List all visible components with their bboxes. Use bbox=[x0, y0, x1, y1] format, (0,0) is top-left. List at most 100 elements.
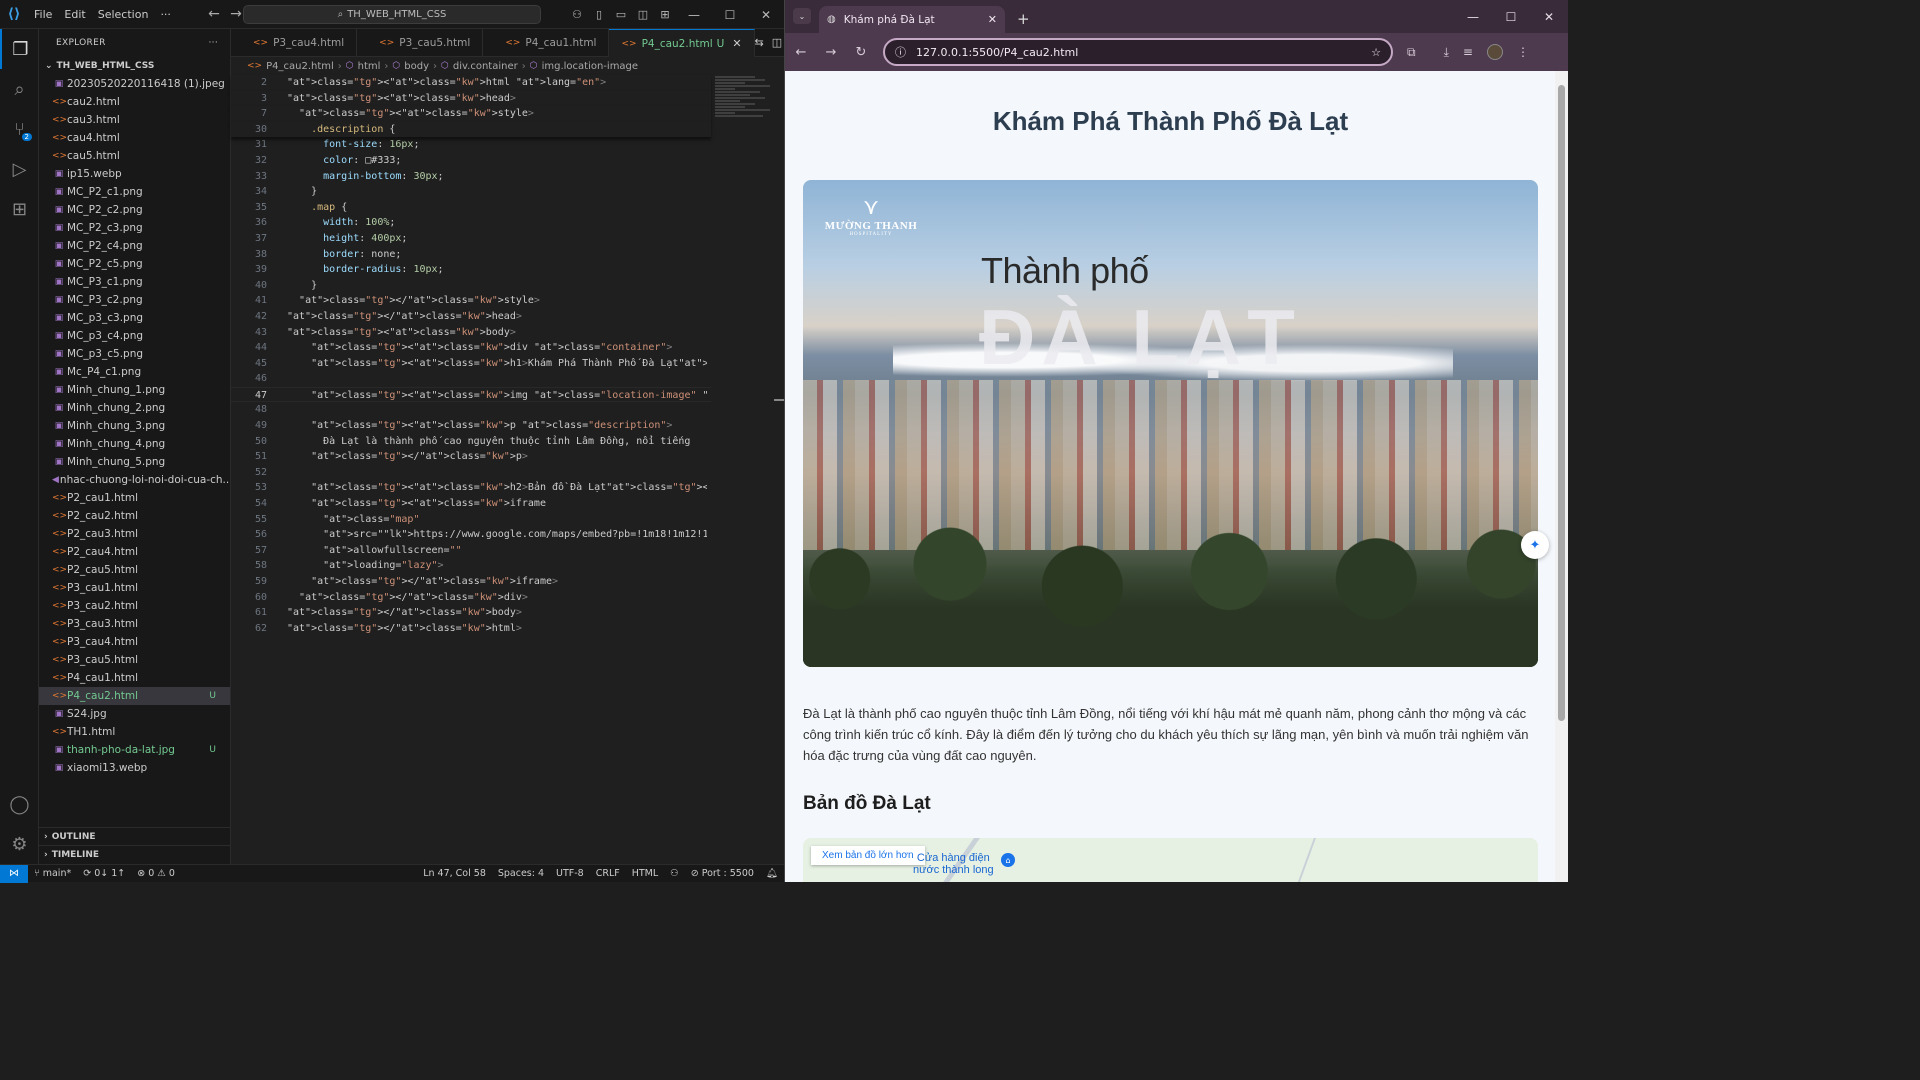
remote-icon[interactable]: ⋈ bbox=[0, 864, 28, 883]
menu-more[interactable]: ··· bbox=[154, 8, 177, 21]
editor-tab[interactable]: <> P3_cau5.html bbox=[357, 29, 484, 57]
extensions-puzzle-icon[interactable]: ⧉ bbox=[1407, 45, 1416, 60]
timeline-section[interactable]: › TIMELINE bbox=[39, 845, 231, 863]
download-icon[interactable]: ⤓ bbox=[1444, 45, 1449, 60]
explorer-file-item[interactable]: ▣ xiaomi13.webp bbox=[39, 759, 230, 777]
explorer-file-item[interactable]: <> P4_cau2.html U bbox=[39, 687, 230, 705]
explorer-file-item[interactable]: <> P3_cau4.html bbox=[39, 633, 230, 651]
site-info-icon[interactable]: ⓘ bbox=[895, 44, 906, 60]
menu-file[interactable]: File bbox=[28, 8, 58, 21]
map-poi-label[interactable]: Cửa hàng điện nước thành long bbox=[913, 852, 994, 876]
reload-icon[interactable]: ↻ bbox=[853, 45, 869, 60]
code-line[interactable]: 42 "at">class="tg"></"at">class="kw">head… bbox=[231, 309, 711, 325]
explorer-file-item[interactable]: ▣ MC_p3_c3.png bbox=[39, 309, 230, 327]
explorer-more-icon[interactable]: ··· bbox=[209, 38, 218, 48]
search-icon[interactable]: ⌕ bbox=[0, 69, 39, 109]
settings-gear-icon[interactable]: ⚙ bbox=[0, 824, 39, 864]
forward-arrow-icon[interactable]: → bbox=[823, 45, 839, 60]
explorer-file-item[interactable]: ▣ MC_P2_c4.png bbox=[39, 237, 230, 255]
code-line[interactable]: 57 "at">allowfullscreen="" bbox=[231, 543, 711, 559]
code-line[interactable]: 55 "at">class="map" bbox=[231, 512, 711, 528]
breadcrumb-item[interactable]: img.location-image bbox=[542, 61, 638, 72]
tab-search-icon[interactable]: ⌄ bbox=[793, 8, 811, 24]
scrollbar-thumb[interactable] bbox=[1558, 85, 1565, 721]
code-line[interactable]: 48 bbox=[231, 402, 711, 418]
code-line[interactable]: 40 } bbox=[231, 278, 711, 294]
explorer-file-item[interactable]: ▣ Minh_chung_5.png bbox=[39, 453, 230, 471]
breadcrumb-item[interactable]: body bbox=[404, 61, 429, 72]
explorer-file-item[interactable]: <> P3_cau3.html bbox=[39, 615, 230, 633]
close-icon[interactable]: ✕ bbox=[1530, 10, 1568, 24]
code-line[interactable]: 54 "at">class="tg"><"at">class="kw">ifra… bbox=[231, 496, 711, 512]
view-larger-map-link[interactable]: Xem bản đồ lớn hơn bbox=[811, 846, 925, 865]
media-controls-icon[interactable]: ≡ bbox=[1463, 45, 1473, 59]
code-line[interactable]: 3 "at">class="tg"><"at">class="kw">head> bbox=[231, 90, 711, 107]
code-line[interactable]: 38 border: none; bbox=[231, 247, 711, 263]
cursor-position[interactable]: Ln 47, Col 58 bbox=[417, 868, 492, 879]
explorer-file-item[interactable]: ▣ MC_P2_c2.png bbox=[39, 201, 230, 219]
code-line[interactable]: 37 height: 400px; bbox=[231, 231, 711, 247]
profile-avatar[interactable] bbox=[1486, 44, 1503, 60]
address-bar[interactable]: ⓘ 127.0.0.1:5500/P4_cau2.html ☆ bbox=[883, 38, 1393, 66]
explorer-file-item[interactable]: <> P3_cau5.html bbox=[39, 651, 230, 669]
back-arrow-icon[interactable]: ← bbox=[793, 45, 809, 60]
explorer-file-item[interactable]: <> P4_cau1.html bbox=[39, 669, 230, 687]
notifications-bell-icon[interactable]: 🔔︎ bbox=[760, 868, 784, 879]
explorer-file-item[interactable]: ▣ MC_P2_c1.png bbox=[39, 183, 230, 201]
assistant-sparkle-icon[interactable]: ✦ bbox=[1521, 531, 1549, 559]
minimize-icon[interactable]: — bbox=[1454, 10, 1492, 24]
explorer-file-item[interactable]: <> TH1.html bbox=[39, 723, 230, 741]
toggle-panel-icon[interactable]: ▭ bbox=[610, 8, 632, 21]
explorer-file-item[interactable]: <> P2_cau2.html bbox=[39, 507, 230, 525]
explorer-file-item[interactable]: ▣ MC_P2_c5.png bbox=[39, 255, 230, 273]
compare-changes-icon[interactable]: ⇆ bbox=[755, 36, 764, 49]
explorer-file-item[interactable]: ▣ S24.jpg bbox=[39, 705, 230, 723]
shopping-pin-icon[interactable]: ⌂ bbox=[1001, 853, 1015, 867]
browser-tab[interactable]: ◍ Khám phá Đà Lạt ✕ bbox=[819, 6, 1005, 33]
maximize-icon[interactable]: ☐ bbox=[1492, 10, 1530, 24]
bookmark-star-icon[interactable]: ☆ bbox=[1371, 46, 1381, 59]
code-line[interactable]: 47 "at">class="tg"><"at">class="kw">img … bbox=[231, 386, 711, 403]
code-line[interactable]: 49 "at">class="tg"><"at">class="kw">p "a… bbox=[231, 418, 711, 434]
browser-menu-icon[interactable]: ⋮ bbox=[1517, 45, 1529, 59]
code-line[interactable]: 7 "at">class="tg"><"at">class="kw">style… bbox=[231, 106, 711, 122]
editor-scrollbar[interactable] bbox=[774, 399, 784, 401]
code-line[interactable]: 62 "at">class="tg"></"at">class="kw">html… bbox=[231, 621, 711, 637]
explorer-file-item[interactable]: ▣ MC_p3_c4.png bbox=[39, 327, 230, 345]
code-line[interactable]: 50 Đà Lạt là thành phố cao nguyên thuộc … bbox=[231, 434, 711, 450]
indentation[interactable]: Spaces: 4 bbox=[492, 868, 550, 879]
code-editor[interactable]: 2 "at">class="tg"><"at">class="kw">html "… bbox=[231, 75, 711, 636]
code-line[interactable]: 39 border-radius: 10px; bbox=[231, 262, 711, 278]
code-line[interactable]: 30 .description { bbox=[231, 121, 711, 138]
explorer-file-item[interactable]: ▣ 20230520220116418 (1).jpeg bbox=[39, 75, 230, 93]
live-server-status[interactable]: ⊘ Port : 5500 bbox=[685, 868, 760, 879]
explorer-file-item[interactable]: ▣ Minh_chung_1.png bbox=[39, 381, 230, 399]
explorer-file-item[interactable]: ▣ MC_P3_c2.png bbox=[39, 291, 230, 309]
explorer-file-item[interactable]: ▣ MC_P3_c1.png bbox=[39, 273, 230, 291]
account-icon[interactable]: ◯ bbox=[0, 784, 39, 824]
map-iframe[interactable]: Xem bản đồ lớn hơn Cửa hàng điện nước th… bbox=[803, 838, 1538, 882]
language-mode[interactable]: HTML bbox=[626, 868, 664, 879]
explorer-file-item[interactable]: ▣ ip15.webp bbox=[39, 165, 230, 183]
code-line[interactable]: 52 bbox=[231, 465, 711, 481]
code-line[interactable]: 60 "at">class="tg"></"at">class="kw">div… bbox=[231, 590, 711, 606]
run-debug-icon[interactable]: ▷ bbox=[0, 149, 39, 189]
explorer-file-item[interactable]: <> P3_cau2.html bbox=[39, 597, 230, 615]
menu-selection[interactable]: Selection bbox=[92, 8, 155, 21]
back-arrow-icon[interactable]: ← bbox=[203, 6, 225, 22]
line-ending[interactable]: CRLF bbox=[590, 868, 626, 879]
toggle-secondary-sidebar-icon[interactable]: ◫ bbox=[632, 8, 654, 21]
close-icon[interactable]: ✕ bbox=[748, 8, 784, 22]
menu-edit[interactable]: Edit bbox=[58, 8, 91, 21]
explorer-file-item[interactable]: <> cau2.html bbox=[39, 93, 230, 111]
code-line[interactable]: 41 "at">class="tg"></"at">class="kw">sty… bbox=[231, 293, 711, 309]
explorer-file-item[interactable]: ▣ Mc_P4_c1.png bbox=[39, 363, 230, 381]
explorer-file-item[interactable]: ▣ Minh_chung_2.png bbox=[39, 399, 230, 417]
explorer-file-item[interactable]: ▣ MC_p3_c5.png bbox=[39, 345, 230, 363]
breadcrumb-item[interactable]: P4_cau2.html bbox=[266, 61, 334, 72]
close-tab-icon[interactable]: ✕ bbox=[988, 13, 997, 26]
editor-tab[interactable]: <> P4_cau1.html bbox=[483, 29, 610, 57]
code-line[interactable]: 53 "at">class="tg"><"at">class="kw">h2>B… bbox=[231, 480, 711, 496]
extensions-icon[interactable]: ⊞ bbox=[0, 189, 39, 229]
breadcrumb-item[interactable]: div.container bbox=[453, 61, 518, 72]
